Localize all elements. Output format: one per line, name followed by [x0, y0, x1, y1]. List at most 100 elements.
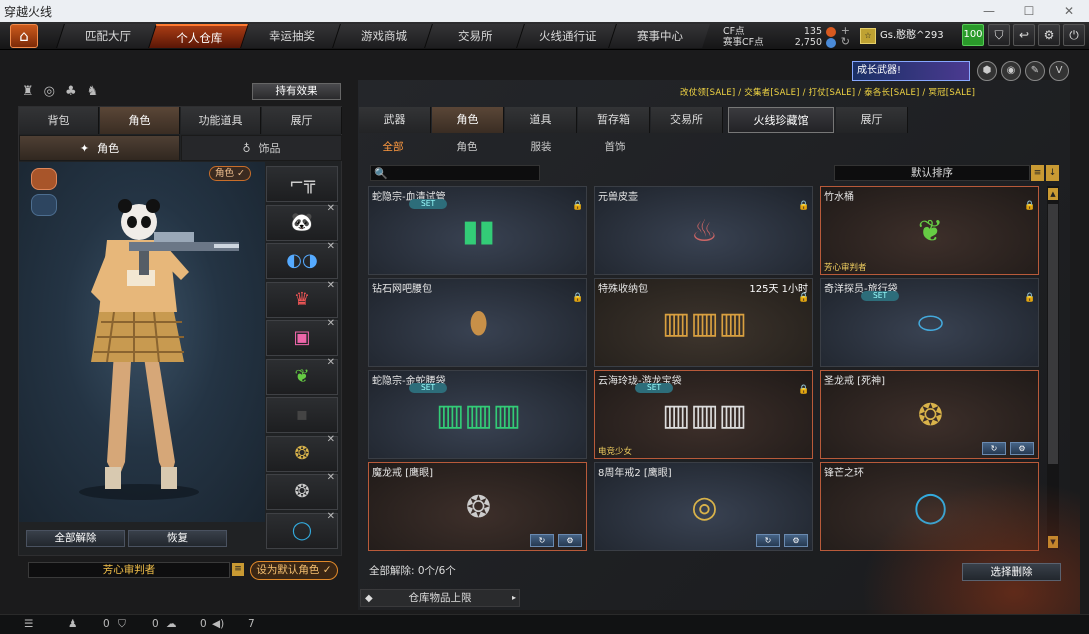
refresh-icon[interactable]: ↻ — [530, 534, 554, 547]
inventory-tab[interactable]: 道具 — [505, 107, 577, 133]
refresh-icon[interactable]: ↻ — [841, 36, 850, 48]
volume-icon[interactable]: ◀) — [212, 618, 224, 630]
inventory-subtab[interactable]: 首饰 — [578, 139, 652, 155]
close-icon[interactable]: ✕ — [327, 357, 335, 368]
scroll-thumb[interactable] — [1048, 204, 1058, 464]
inventory-tab[interactable]: 暂存箱 — [578, 107, 650, 133]
blue-ring-slot[interactable]: ◯ ✕ — [266, 511, 338, 549]
capacity-bar[interactable]: ◆ 仓库物品上限 ▸ — [360, 589, 520, 607]
restore-button[interactable]: 恢复 — [128, 530, 227, 547]
release-all-button[interactable]: 全部解除 — [26, 530, 125, 547]
nav-tab[interactable]: 游戏商城 — [332, 24, 434, 48]
cycle-icon[interactable]: ◎ — [44, 84, 55, 100]
panda-head-slot[interactable]: 🐼 ✕ — [266, 203, 338, 241]
nav-tab[interactable]: 赛事中心 — [608, 24, 710, 48]
globe-icon[interactable]: ◉ — [1001, 61, 1021, 81]
left-subtab[interactable]: ♁ 饰品 — [181, 135, 342, 161]
shield-icon[interactable]: ⛉ — [988, 24, 1010, 46]
home-icon[interactable]: ⌂ — [10, 24, 38, 48]
item-card[interactable]: 云海玲珑-游龙宝袋 SET 🔒 ▥▥▥ 电竞少女 — [594, 370, 813, 459]
horse-icon[interactable]: ♞ — [87, 84, 99, 100]
item-card[interactable]: 魔龙戒 [鹰眼] ❂ ↻ ⚙ — [368, 462, 587, 551]
search-input[interactable]: 🔍 — [370, 165, 540, 181]
v-logo-icon[interactable]: V — [1049, 61, 1069, 81]
sort-select[interactable]: 默认排序 — [834, 165, 1030, 181]
inventory-tab[interactable]: 交易所 — [651, 107, 723, 133]
inventory-subtab[interactable]: 全部 — [356, 139, 430, 155]
effect-button[interactable]: 持有效果 — [252, 83, 341, 100]
shield-icon[interactable]: ⛉ — [118, 618, 126, 631]
item-card[interactable]: 特殊收纳包 125天 1小时 🔒 ▥▥▥ — [594, 278, 813, 367]
item-card[interactable]: 蛇隐宗-血清试管 SET 🔒 ▮▮ — [368, 186, 587, 275]
sort-direction-icon[interactable]: ↓ — [1046, 165, 1059, 181]
backpack-slot[interactable]: ▣ ✕ — [266, 318, 338, 356]
left-tab[interactable]: 功能道具 — [181, 107, 261, 134]
badge-icon[interactable]: ⬢ — [977, 61, 997, 81]
item-card[interactable]: 钻石网吧腰包 🔒 ⬮ — [368, 278, 587, 367]
wings-toggle-icon[interactable] — [31, 168, 57, 190]
menu-icon[interactable]: ≡ — [232, 563, 244, 576]
maximize-button[interactable]: ☐ — [1009, 0, 1049, 22]
close-icon[interactable]: ✕ — [327, 203, 335, 214]
close-icon[interactable]: ✕ — [327, 241, 335, 252]
list-icon[interactable]: ☰ — [24, 618, 33, 630]
group-icon[interactable]: ♣ — [65, 84, 77, 100]
gear-icon[interactable]: ⚙ — [1038, 24, 1060, 46]
promo-banner[interactable]: 成长武器! — [852, 61, 970, 81]
nav-tab[interactable]: 个人仓库 — [148, 24, 250, 48]
scroll-up-icon[interactable]: ▲ — [1048, 188, 1058, 200]
close-icon[interactable]: ✕ — [327, 318, 335, 329]
close-icon[interactable]: ✕ — [327, 472, 335, 483]
refresh-icon[interactable]: ↻ — [756, 534, 780, 547]
rifle-slot[interactable]: ⌐╦ — [266, 166, 338, 202]
chat-icon[interactable]: ☁ — [166, 618, 177, 630]
goggles-slot[interactable]: ◐◑ ✕ — [266, 241, 338, 279]
inventory-tab[interactable]: 展厅 — [836, 107, 908, 133]
nav-tab[interactable]: 火线通行证 — [516, 24, 618, 48]
gear-icon[interactable]: ⚙ — [1010, 442, 1034, 455]
character-name-field[interactable]: 芳心审判者 — [28, 562, 230, 578]
nav-tab[interactable]: 交易所 — [424, 24, 526, 48]
dragon-ring-silver-slot[interactable]: ❂ ✕ — [266, 472, 338, 510]
item-card[interactable]: 蛇隐宗-金蛇腰袋 SET ▥▥▥ — [368, 370, 587, 459]
close-button[interactable]: ✕ — [1049, 0, 1089, 22]
close-icon[interactable]: ✕ — [327, 434, 335, 445]
item-card[interactable]: 竹水桶 🔒 ❦ 芳心审判者 — [820, 186, 1039, 275]
dragon-ring-gold-slot[interactable]: ❂ ✕ — [266, 434, 338, 472]
inventory-tab[interactable]: 火线珍藏馆 — [728, 107, 834, 133]
ranking-icon[interactable]: ♜ — [22, 84, 34, 100]
mask-slot[interactable]: ♛ ✕ — [266, 280, 338, 318]
sale-ticker[interactable]: 改仗领[SALE] / 交集者[SALE] / 打仗[SALE] / 泰各长[S… — [680, 86, 975, 98]
nav-tab[interactable]: 匹配大厅 — [56, 24, 158, 48]
feather-icon[interactable]: ✎ — [1025, 61, 1045, 81]
back-icon[interactable]: ↩ — [1013, 24, 1035, 46]
item-card[interactable]: 圣龙戒 [死神] ❂ ↻ ⚙ — [820, 370, 1039, 459]
power-icon[interactable]: ⏻ — [1063, 24, 1085, 46]
left-tab[interactable]: 背包 — [19, 107, 99, 134]
character-badge[interactable]: 角色 ✓ — [209, 166, 251, 181]
left-tab[interactable]: 角色 — [100, 107, 180, 134]
refresh-icon[interactable]: ↻ — [982, 442, 1006, 455]
list-view-icon[interactable]: ≡ — [1031, 165, 1044, 181]
close-icon[interactable]: ✕ — [327, 280, 335, 291]
item-card[interactable]: 8周年戒2 [鹰眼] ◎ ↻ ⚙ — [594, 462, 813, 551]
bamboo-slot[interactable]: ❦ ✕ — [266, 357, 338, 395]
user-info[interactable]: ☆ Gs.憨憨^293 — [858, 24, 956, 48]
left-tab[interactable]: 展厅 — [262, 107, 342, 134]
inventory-tab[interactable]: 角色 — [432, 107, 504, 133]
aura-toggle-icon[interactable] — [31, 194, 57, 216]
inventory-tab[interactable]: 武器 — [359, 107, 431, 133]
nav-tab[interactable]: 幸运抽奖 — [240, 24, 342, 48]
item-card[interactable]: 奇洋探员-旅行袋 SET 🔒 ⬭ — [820, 278, 1039, 367]
gear-icon[interactable]: ⚙ — [558, 534, 582, 547]
gear-icon[interactable]: ⚙ — [784, 534, 808, 547]
inventory-subtab[interactable]: 服装 — [504, 139, 578, 155]
minimize-button[interactable]: — — [969, 0, 1009, 22]
inventory-subtab[interactable]: 角色 — [430, 139, 504, 155]
character-preview[interactable] — [19, 162, 265, 522]
item-card[interactable]: 元兽皮壶 🔒 ♨ — [594, 186, 813, 275]
mic-icon[interactable]: ♟ — [68, 618, 77, 630]
empty-slot[interactable]: ▪ — [266, 397, 338, 433]
level-badge[interactable]: 100 — [962, 24, 984, 46]
close-icon[interactable]: ✕ — [327, 511, 335, 522]
